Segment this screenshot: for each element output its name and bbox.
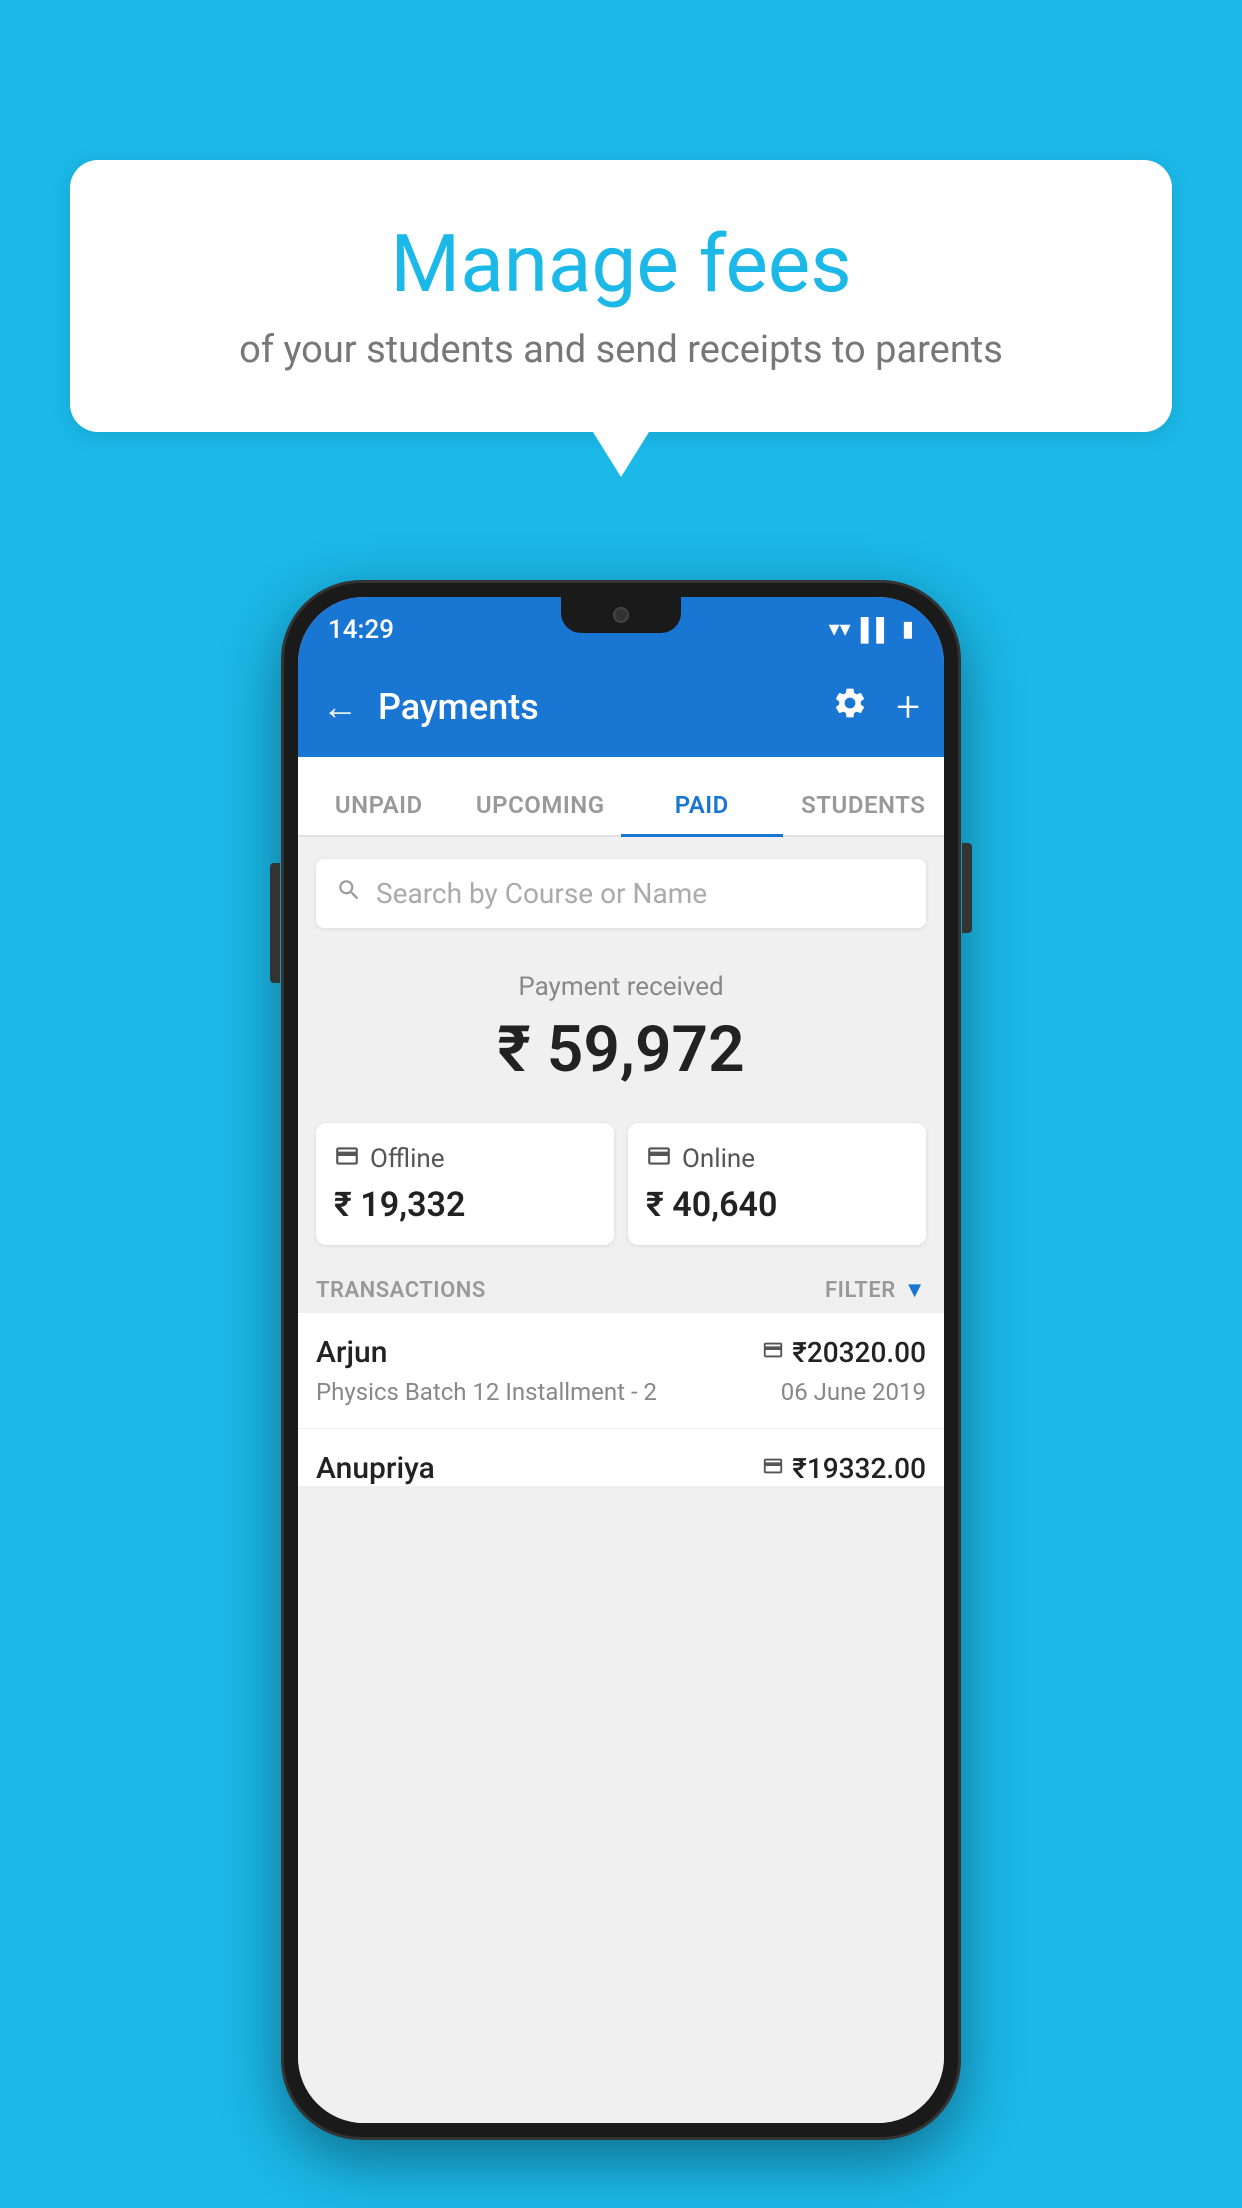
offline-card: Offline ₹ 19,332	[316, 1123, 614, 1245]
phone-screen: 14:29 ▾▾ ▌▌ ▮ ← Payments +	[298, 597, 944, 2123]
tabs-bar: UNPAID UPCOMING PAID STUDENTS	[298, 757, 944, 837]
speech-bubble-tail	[593, 432, 649, 477]
offline-amount: ₹ 19,332	[334, 1185, 596, 1225]
phone-mockup: 14:29 ▾▾ ▌▌ ▮ ← Payments +	[281, 580, 961, 2140]
status-icons: ▾▾ ▌▌ ▮	[829, 617, 914, 643]
transaction-list: Arjun ₹20320.00 Physi	[298, 1313, 944, 1486]
search-icon	[336, 877, 362, 910]
filter-icon: ▼	[904, 1277, 926, 1303]
transaction-row[interactable]: Arjun ₹20320.00 Physi	[298, 1313, 944, 1429]
payment-received-label: Payment received	[318, 972, 924, 1002]
bubble-title: Manage fees	[120, 220, 1122, 308]
transaction-amount-anupriya: ₹19332.00	[792, 1452, 926, 1485]
wifi-icon: ▾▾	[829, 617, 851, 642]
tab-upcoming[interactable]: UPCOMING	[460, 791, 622, 835]
online-card-header: Online	[646, 1143, 908, 1175]
transaction-amount-wrap-anupriya: ₹19332.00	[762, 1452, 926, 1485]
gear-icon[interactable]	[832, 685, 868, 730]
tab-unpaid[interactable]: UNPAID	[298, 791, 460, 835]
offline-icon	[334, 1143, 360, 1175]
transaction-amount-wrap-arjun: ₹20320.00	[762, 1336, 926, 1369]
phone-notch	[561, 597, 681, 633]
camera-dot	[613, 607, 629, 623]
search-input-placeholder: Search by Course or Name	[376, 877, 707, 910]
transaction-row2-arjun: Physics Batch 12 Installment - 2 06 June…	[316, 1378, 926, 1406]
filter-label: FILTER	[825, 1278, 896, 1303]
transaction-name-anupriya: Anupriya	[316, 1451, 435, 1486]
transactions-label: TRANSACTIONS	[316, 1278, 486, 1303]
offline-label: Offline	[370, 1144, 445, 1174]
payment-amount: ₹ 59,972	[318, 1012, 924, 1087]
offline-card-header: Offline	[334, 1143, 596, 1175]
search-box[interactable]: Search by Course or Name	[316, 859, 926, 928]
cards-row: Offline ₹ 19,332 Online	[298, 1107, 944, 1261]
online-card: Online ₹ 40,640	[628, 1123, 926, 1245]
status-time: 14:29	[328, 615, 394, 645]
transaction-name-arjun: Arjun	[316, 1335, 387, 1370]
tab-paid[interactable]: PAID	[621, 791, 783, 835]
payment-received-section: Payment received ₹ 59,972	[298, 948, 944, 1107]
transaction-type-icon-anupriya	[762, 1455, 784, 1483]
filter-button[interactable]: FILTER ▼	[825, 1277, 926, 1303]
battery-icon: ▮	[902, 617, 914, 642]
phone-outer: 14:29 ▾▾ ▌▌ ▮ ← Payments +	[281, 580, 961, 2140]
content-area: Search by Course or Name Payment receive…	[298, 839, 944, 2123]
back-button[interactable]: ←	[322, 686, 358, 728]
online-icon	[646, 1143, 672, 1175]
transaction-row-partial[interactable]: Anupriya ₹19332.00	[298, 1429, 944, 1486]
app-bar: ← Payments +	[298, 657, 944, 757]
signal-icon: ▌▌	[861, 617, 892, 643]
app-title: Payments	[378, 686, 832, 728]
online-amount: ₹ 40,640	[646, 1185, 908, 1225]
bubble-subtitle: of your students and send receipts to pa…	[120, 328, 1122, 372]
add-icon[interactable]: +	[896, 683, 920, 732]
transaction-row1-arjun: Arjun ₹20320.00	[316, 1335, 926, 1370]
online-label: Online	[682, 1144, 755, 1174]
tab-students[interactable]: STUDENTS	[783, 791, 945, 835]
transaction-course-arjun: Physics Batch 12 Installment - 2	[316, 1378, 657, 1406]
transactions-header: TRANSACTIONS FILTER ▼	[298, 1261, 944, 1313]
speech-bubble-wrapper: Manage fees of your students and send re…	[70, 160, 1172, 477]
transaction-date-arjun: 06 June 2019	[781, 1378, 926, 1406]
speech-bubble: Manage fees of your students and send re…	[70, 160, 1172, 432]
transaction-row1-anupriya: Anupriya ₹19332.00	[316, 1451, 926, 1486]
transaction-amount-arjun: ₹20320.00	[792, 1336, 926, 1369]
transaction-type-icon-arjun	[762, 1339, 784, 1367]
app-bar-icons: +	[832, 683, 920, 732]
